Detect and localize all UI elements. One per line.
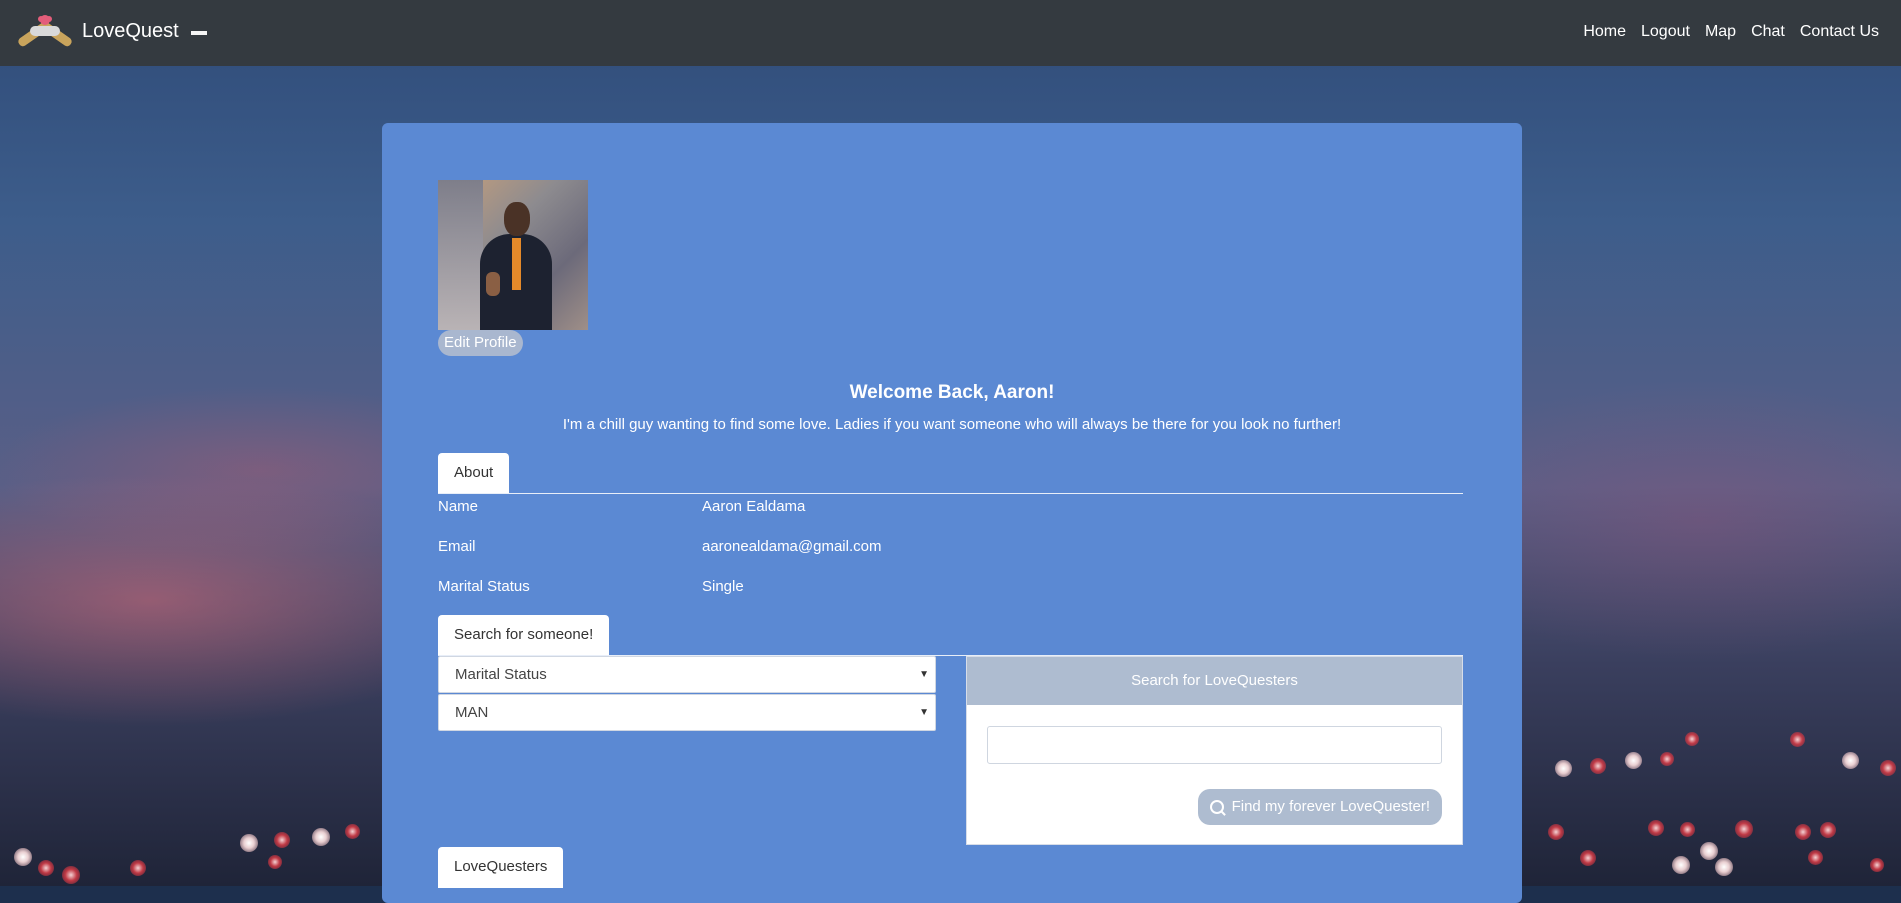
edit-profile-button[interactable]: Edit Profile	[438, 330, 523, 356]
name-value: Aaron Ealdama	[702, 498, 806, 515]
gender-select-value: MAN	[455, 704, 489, 721]
name-label: Name	[438, 498, 479, 515]
nav-home-link[interactable]: Home	[1583, 23, 1626, 41]
marital-status-label: Marital Status	[438, 578, 530, 595]
brand-name: LoveQuest	[82, 19, 179, 42]
email-value: aaronealdama@gmail.com	[702, 538, 882, 555]
find-button-label: Find my forever LoveQuester!	[1231, 798, 1430, 815]
about-divider	[438, 493, 1463, 494]
welcome-heading: Welcome Back, Aaron!	[849, 382, 1055, 403]
profile-card: Edit Profile Welcome Back, Aaron! I'm a …	[382, 123, 1522, 903]
top-navbar: LoveQuest Home Logout Map Chat Contact U…	[0, 0, 1901, 66]
tab-search[interactable]: Search for someone!	[438, 615, 610, 656]
nav-logout-link[interactable]: Logout	[1641, 23, 1690, 41]
gender-select[interactable]: MAN ▼	[438, 694, 936, 731]
chevron-down-icon: ▼	[919, 707, 929, 718]
brand[interactable]: LoveQuest	[14, 12, 179, 54]
tab-about[interactable]: About	[438, 453, 510, 494]
marital-status-select[interactable]: Marital Status ▼	[438, 656, 936, 693]
profile-photo	[438, 180, 588, 330]
search-panel: Search for LoveQuesters Find my forever …	[966, 656, 1463, 845]
search-icon	[1209, 800, 1224, 814]
chevron-down-icon: ▼	[919, 669, 929, 680]
tab-lovequesters[interactable]: LoveQuesters	[438, 847, 564, 888]
lovequest-logo-icon	[14, 12, 76, 54]
nav-links: Home Logout Map Chat Contact Us	[1568, 23, 1879, 41]
find-lovequester-button[interactable]: Find my forever LoveQuester!	[1197, 789, 1442, 825]
profile-bio: I'm a chill guy wanting to find some lov…	[562, 416, 1342, 433]
search-panel-title: Search for LoveQuesters	[967, 657, 1462, 705]
menu-toggle-icon[interactable]	[191, 31, 207, 35]
nav-chat-link[interactable]: Chat	[1751, 23, 1785, 41]
email-label: Email	[438, 538, 476, 555]
marital-status-value: Single	[702, 578, 744, 595]
nav-map-link[interactable]: Map	[1705, 23, 1736, 41]
marital-status-select-value: Marital Status	[455, 666, 547, 683]
nav-contact-link[interactable]: Contact Us	[1800, 23, 1879, 41]
search-input[interactable]	[987, 726, 1442, 764]
